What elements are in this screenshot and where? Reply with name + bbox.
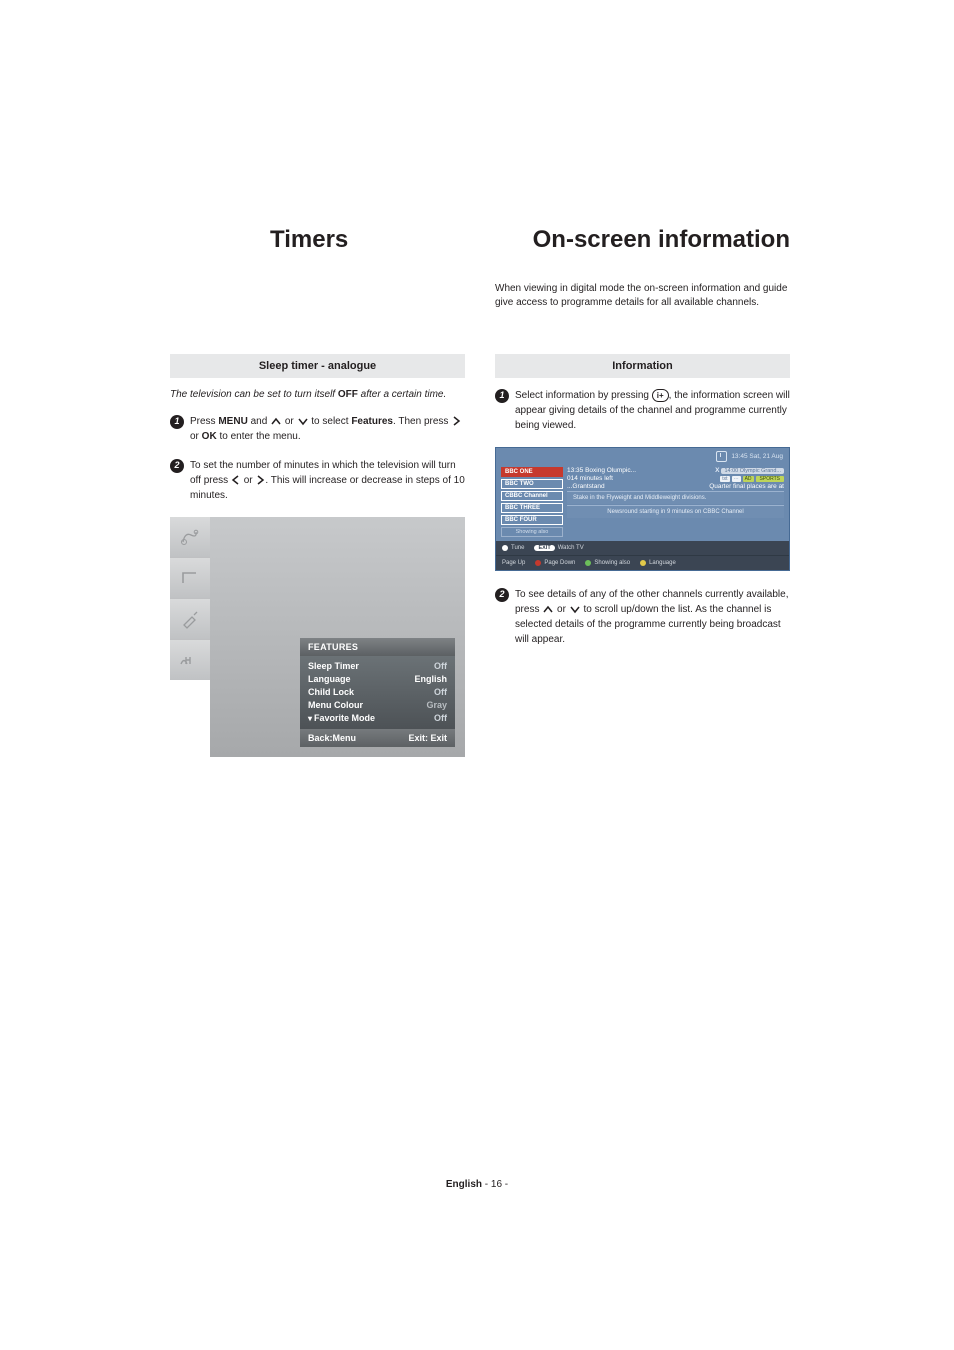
osd-fav-label: Favorite Mode [314, 713, 375, 723]
osd-lang-val: English [414, 673, 447, 686]
epg-showing-also-chip: Showing also [501, 527, 563, 537]
s1-features: Features [351, 416, 393, 427]
page-footer: English - 16 - [0, 1179, 954, 1190]
epg-ch-3: CBBC Channel [501, 491, 563, 501]
chevron-up-icon [270, 416, 282, 426]
epg-exit-pill: EXIT [534, 545, 554, 551]
osd-features-menu: FEATURES Sleep TimerOff LanguageEnglish … [170, 517, 465, 757]
info-step-2: 2 To see details of any of the other cha… [495, 587, 790, 647]
osd-colour-val: Gray [426, 699, 447, 712]
step-badge-2: 2 [495, 588, 509, 602]
clock-icon [716, 451, 727, 462]
osd-sleep-val: Off [434, 660, 447, 673]
osd-sleep-label: Sleep Timer [308, 660, 359, 673]
info-s2b: or [554, 604, 568, 615]
step-badge-1: 1 [495, 389, 509, 403]
info-button-icon: i+ [652, 389, 669, 402]
epg-badge-sports: SPORTS [756, 476, 784, 482]
epg-ch-4: BBC THREE [501, 503, 563, 513]
osd-foot-back: Back:Menu [308, 733, 356, 743]
lead-b: after a certain time. [358, 389, 446, 400]
epg-foot-pagedown: Page Down [544, 560, 575, 566]
epg-foot-tune: Tune [511, 545, 524, 551]
epg-foot-watch: Watch TV [558, 545, 584, 551]
title-onscreen: On-screen information [533, 226, 790, 254]
epg-badge-sub: ⋯ [732, 476, 741, 482]
epg-badge-ad: AD [743, 476, 754, 482]
col-timers: Sleep timer - analogue The television ca… [170, 354, 465, 757]
footer-page: - 16 - [482, 1179, 508, 1190]
epg-foot-language: Language [649, 560, 676, 566]
epg-quarter: Quarter final places are at [709, 483, 784, 490]
osd-title: FEATURES [300, 638, 455, 656]
epg-next-title: 14:00 Olympic Grand... [721, 468, 784, 474]
osd-tab-picture-icon [170, 557, 210, 598]
osd-colour-label: Menu Colour [308, 699, 363, 712]
title-timers: Timers [270, 226, 348, 254]
info-s1a: Select information by pressing [515, 390, 652, 401]
s2b: or [241, 475, 255, 486]
info-step-1: 1 Select information by pressing i+, the… [495, 388, 790, 433]
step-1: 1 Press MENU and or to select Features. … [170, 414, 465, 444]
sleep-lead: The television can be set to turn itself… [170, 388, 465, 402]
osd-foot-exit: Exit: Exit [408, 733, 447, 743]
chevron-left-icon [231, 475, 241, 485]
osd-child-val: Off [434, 686, 447, 699]
epg-newsround: Newsround starting in 9 minutes on CBBC … [567, 505, 784, 518]
footer-lang: English [446, 1179, 482, 1190]
osd-tab-channel-icon [170, 639, 210, 680]
s1-menu: MENU [218, 416, 247, 427]
epg-next-x: X [715, 467, 719, 474]
s1g: to enter the menu. [217, 431, 301, 442]
s1-ok: OK [202, 431, 217, 442]
osd-tab-features-icon [170, 598, 210, 639]
chevron-down-icon [569, 604, 581, 614]
epg-time-left: 014 minutes left [567, 475, 613, 482]
s1f: or [190, 431, 202, 442]
dot-green-icon [585, 560, 591, 566]
manual-page: Timers On-screen information When viewin… [170, 226, 790, 757]
osd-fav-val: Off [434, 712, 447, 725]
lead-off: OFF [338, 389, 358, 400]
epg-info-panel: 13:45 Sat, 21 Aug BBC ONE BBC TWO CBBC C… [495, 447, 790, 571]
epg-ch-5: BBC FOUR [501, 515, 563, 525]
epg-datetime: 13:45 Sat, 21 Aug [731, 453, 783, 460]
epg-ch-2: BBC TWO [501, 479, 563, 489]
epg-ch-1: BBC ONE [501, 467, 563, 477]
s1c: or [282, 416, 296, 427]
osd-lang-label: Language [308, 673, 351, 686]
epg-stake: Stake in the Flyweight and Middleweight … [567, 491, 784, 504]
osd-pointer-down-icon: ▾ [308, 714, 312, 723]
s1d: to select [309, 416, 352, 427]
s1b: and [248, 416, 270, 427]
epg-series: ...Grantstand [567, 483, 605, 490]
dot-white-icon [502, 545, 508, 551]
epg-now-title: 13:35 Boxing Olumpic... [567, 467, 636, 474]
section-information: Information [495, 354, 790, 378]
osd-tab-sound-icon [170, 517, 210, 557]
s1a: Press [190, 416, 218, 427]
chevron-right-icon [451, 416, 461, 426]
epg-badge-txt: txt [720, 476, 729, 482]
osd-child-label: Child Lock [308, 686, 354, 699]
epg-foot-showing: Showing also [594, 560, 630, 566]
chevron-up-icon [542, 604, 554, 614]
s1e: . Then press [393, 416, 451, 427]
step-2: 2 To set the number of minutes in which … [170, 458, 465, 503]
dot-yellow-icon [640, 560, 646, 566]
section-sleep-timer: Sleep timer - analogue [170, 354, 465, 378]
step-badge-2: 2 [170, 459, 184, 473]
dot-red-icon [535, 560, 541, 566]
step-badge-1: 1 [170, 415, 184, 429]
chevron-down-icon [297, 416, 309, 426]
onscreen-intro: When viewing in digital mode the on-scre… [495, 282, 790, 309]
epg-foot-pageup: Page Up [502, 560, 525, 566]
lead-a: The television can be set to turn itself [170, 389, 338, 400]
col-information: Information 1 Select information by pres… [495, 354, 790, 757]
chevron-right-icon [255, 475, 265, 485]
